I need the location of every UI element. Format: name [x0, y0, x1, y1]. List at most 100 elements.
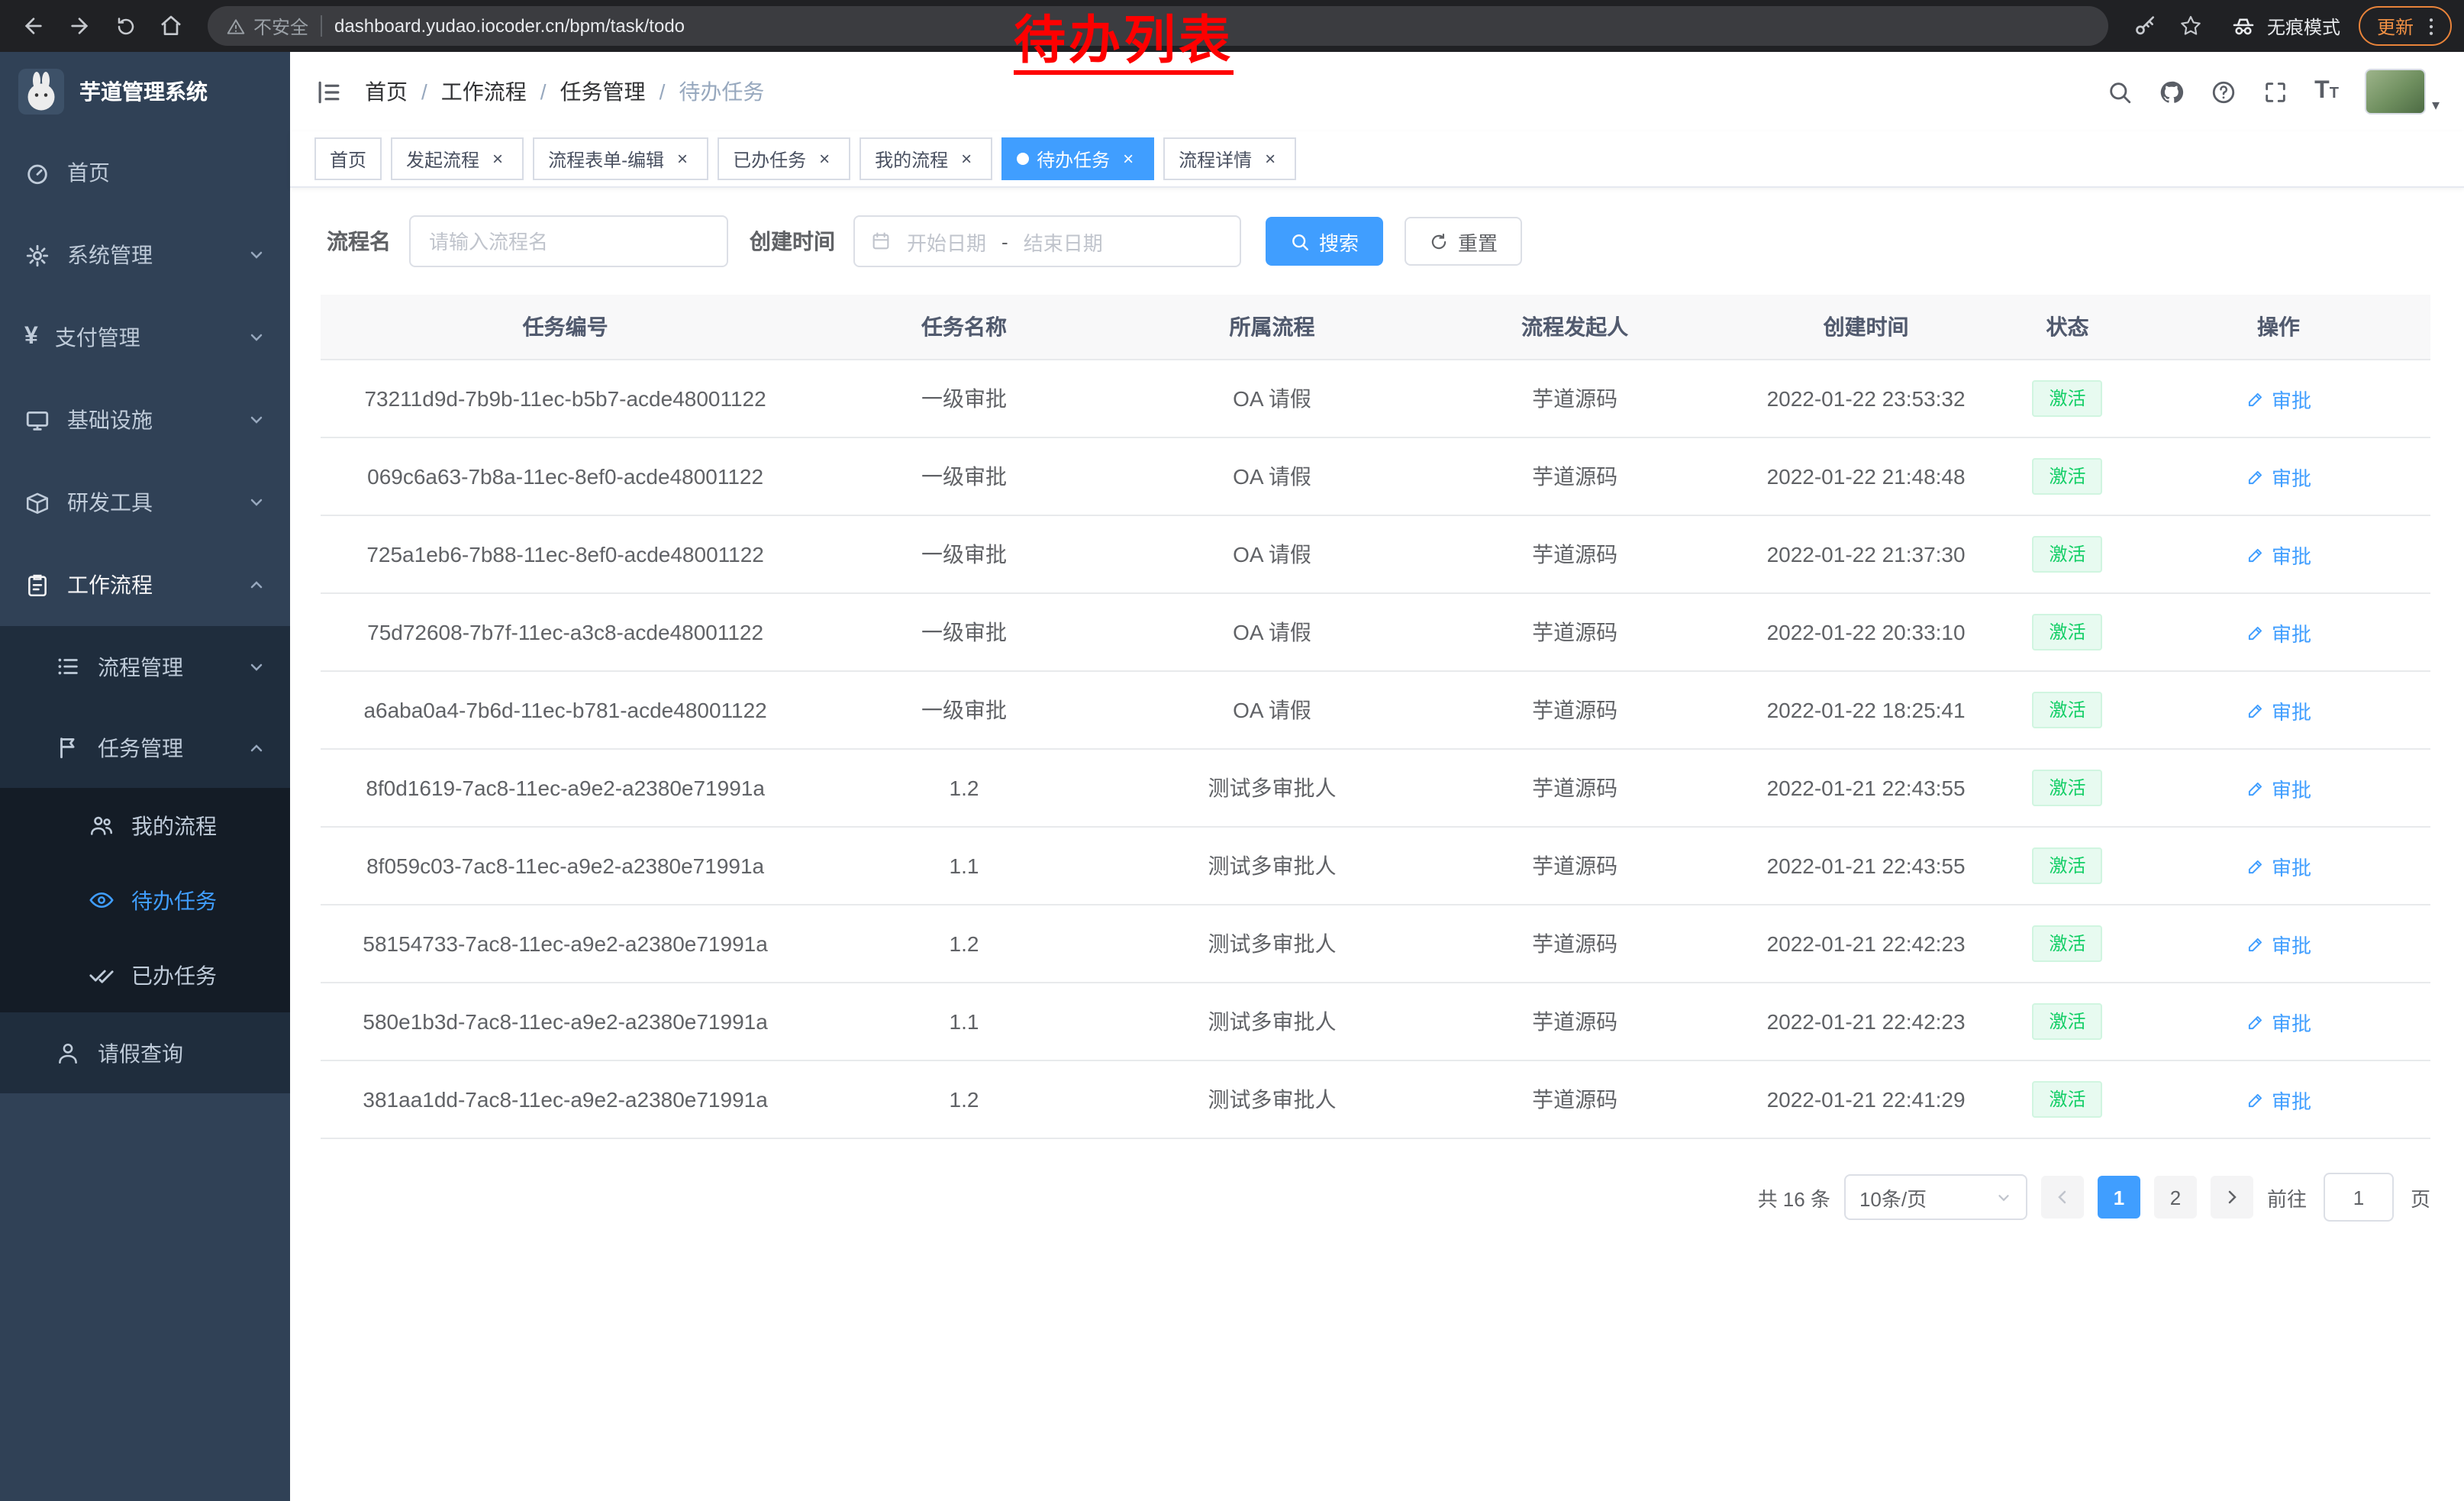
sidebar-item-infra[interactable]: 基础设施 — [0, 379, 290, 461]
address-bar[interactable]: 不安全 dashboard.yudao.iocoder.cn/bpm/task/… — [208, 6, 2108, 46]
approve-link[interactable]: 审批 — [2246, 462, 2311, 491]
app-logo[interactable]: 芋道管理系统 — [0, 52, 290, 131]
cell-status: 激活 — [2008, 360, 2127, 437]
bookmark-star-icon[interactable] — [2169, 5, 2212, 47]
sidebar-item-workflow[interactable]: 工作流程 — [0, 544, 290, 626]
process-name-input[interactable] — [409, 215, 728, 267]
page-button-2[interactable]: 2 — [2154, 1176, 2197, 1219]
sidebar-item-payment[interactable]: ¥ 支付管理 — [0, 296, 290, 379]
search-icon[interactable] — [2107, 79, 2133, 105]
chevron-down-icon — [247, 411, 266, 429]
column-header-task-name: 任务名称 — [810, 295, 1118, 360]
sidebar-item-todo-task[interactable]: 待办任务 — [0, 863, 290, 938]
sidebar-item-process-management[interactable]: 流程管理 — [0, 626, 290, 707]
sidebar-item-system[interactable]: 系统管理 — [0, 214, 290, 296]
sidebar-item-label: 已办任务 — [131, 960, 217, 990]
cell-created: 2022-01-22 18:25:41 — [1724, 671, 2008, 749]
range-separator: - — [1001, 230, 1008, 253]
sidebar-item-devtools[interactable]: 研发工具 — [0, 461, 290, 544]
people-icon — [89, 812, 114, 838]
reload-button[interactable] — [104, 5, 147, 47]
browser-menu-icon[interactable] — [2420, 15, 2443, 37]
sidebar-item-label: 待办任务 — [131, 885, 217, 915]
cell-task-id: 75d72608-7b7f-11ec-a3c8-acde48001122 — [321, 593, 810, 671]
close-icon[interactable]: × — [672, 148, 693, 169]
home-button[interactable] — [150, 5, 192, 47]
tab-home[interactable]: 首页 — [314, 137, 382, 180]
app-title: 芋道管理系统 — [79, 76, 208, 107]
tab-my-process[interactable]: 我的流程× — [859, 137, 992, 180]
approve-link[interactable]: 审批 — [2246, 618, 2311, 647]
github-icon[interactable] — [2159, 79, 2185, 105]
approve-link[interactable]: 审批 — [2246, 929, 2311, 958]
breadcrumb: 首页 / 工作流程 / 任务管理 / 待办任务 — [365, 76, 764, 107]
cell-process: 测试多审批人 — [1118, 749, 1427, 827]
cell-task-id: 73211d9d-7b9b-11ec-b5b7-acde48001122 — [321, 360, 810, 437]
process-name-label: 流程名 — [327, 226, 391, 257]
tab-process-detail[interactable]: 流程详情× — [1163, 137, 1296, 180]
approve-link[interactable]: 审批 — [2246, 773, 2311, 802]
cell-task-name: 一级审批 — [810, 593, 1118, 671]
breadcrumb-workflow[interactable]: 工作流程 — [441, 76, 527, 107]
cell-process: 测试多审批人 — [1118, 905, 1427, 983]
breadcrumb-task-management[interactable]: 任务管理 — [560, 76, 646, 107]
approve-link[interactable]: 审批 — [2246, 384, 2311, 413]
page-button-1[interactable]: 1 — [2098, 1176, 2140, 1219]
cell-status: 激活 — [2008, 593, 2127, 671]
font-size-icon[interactable]: TT — [2314, 79, 2339, 104]
fullscreen-icon[interactable] — [2262, 79, 2288, 105]
sidebar-item-home[interactable]: 首页 — [0, 131, 290, 214]
tab-start-process[interactable]: 发起流程× — [391, 137, 524, 180]
create-time-range-picker[interactable]: 开始日期 - 结束日期 — [853, 215, 1241, 267]
close-icon[interactable]: × — [956, 148, 977, 169]
sidebar-item-leave-query[interactable]: 请假查询 — [0, 1012, 290, 1093]
cell-process: OA 请假 — [1118, 515, 1427, 593]
password-key-icon[interactable] — [2124, 5, 2166, 47]
forward-button[interactable] — [58, 5, 101, 47]
goto-page-input[interactable] — [2324, 1173, 2394, 1222]
update-label: 更新 — [2377, 13, 2414, 39]
sidebar-item-my-process[interactable]: 我的流程 — [0, 788, 290, 863]
close-icon[interactable]: × — [1118, 148, 1139, 169]
update-button[interactable]: 更新 — [2359, 6, 2452, 46]
breadcrumb-separator: / — [421, 79, 427, 104]
sidebar: 芋道管理系统 首页 系统管理 ¥ 支付管理 基础设施 — [0, 52, 290, 1501]
sidebar-item-task-management[interactable]: 任务管理 — [0, 707, 290, 788]
close-icon[interactable]: × — [814, 148, 835, 169]
status-badge: 激活 — [2033, 380, 2103, 417]
page-size-select[interactable]: 10条/页 — [1844, 1174, 2027, 1220]
table-row: 580e1b3d-7ac8-11ec-a9e2-a2380e71991a 1.1… — [321, 983, 2430, 1060]
approve-link[interactable]: 审批 — [2246, 540, 2311, 569]
close-icon[interactable]: × — [1259, 148, 1281, 169]
back-button[interactable] — [12, 5, 55, 47]
double-check-icon — [89, 962, 114, 988]
column-header-task-id: 任务编号 — [321, 295, 810, 360]
sidebar-item-done-task[interactable]: 已办任务 — [0, 938, 290, 1012]
tab-todo-task[interactable]: 待办任务× — [1001, 137, 1154, 180]
next-page-button[interactable] — [2211, 1176, 2253, 1219]
start-date-placeholder: 开始日期 — [907, 227, 986, 256]
tab-done-task[interactable]: 已办任务× — [718, 137, 850, 180]
sidebar-toggle-icon[interactable] — [314, 77, 343, 106]
breadcrumb-home[interactable]: 首页 — [365, 76, 408, 107]
approve-link[interactable]: 审批 — [2246, 851, 2311, 880]
list-icon — [55, 654, 81, 679]
tab-form-edit[interactable]: 流程表单-编辑× — [533, 137, 708, 180]
warning-icon — [226, 16, 246, 36]
cell-task-id: 8f059c03-7ac8-11ec-a9e2-a2380e71991a — [321, 827, 810, 905]
status-badge: 激活 — [2033, 925, 2103, 962]
approve-link[interactable]: 审批 — [2246, 1007, 2311, 1036]
pagination: 共 16 条 10条/页 1 2 前往 页 — [321, 1173, 2430, 1222]
not-secure-warning[interactable]: 不安全 — [226, 13, 308, 39]
help-icon[interactable] — [2211, 79, 2237, 105]
approve-link[interactable]: 审批 — [2246, 1085, 2311, 1114]
search-button[interactable]: 搜索 — [1266, 217, 1383, 266]
approve-link[interactable]: 审批 — [2246, 696, 2311, 725]
user-menu[interactable]: ▾ — [2365, 69, 2440, 115]
monitor-icon — [24, 407, 50, 433]
cell-task-id: 725a1eb6-7b88-11ec-8ef0-acde48001122 — [321, 515, 810, 593]
prev-page-button[interactable] — [2041, 1176, 2084, 1219]
close-icon[interactable]: × — [487, 148, 508, 169]
reset-button[interactable]: 重置 — [1405, 217, 1522, 266]
cell-initiator: 芋道源码 — [1426, 515, 1724, 593]
